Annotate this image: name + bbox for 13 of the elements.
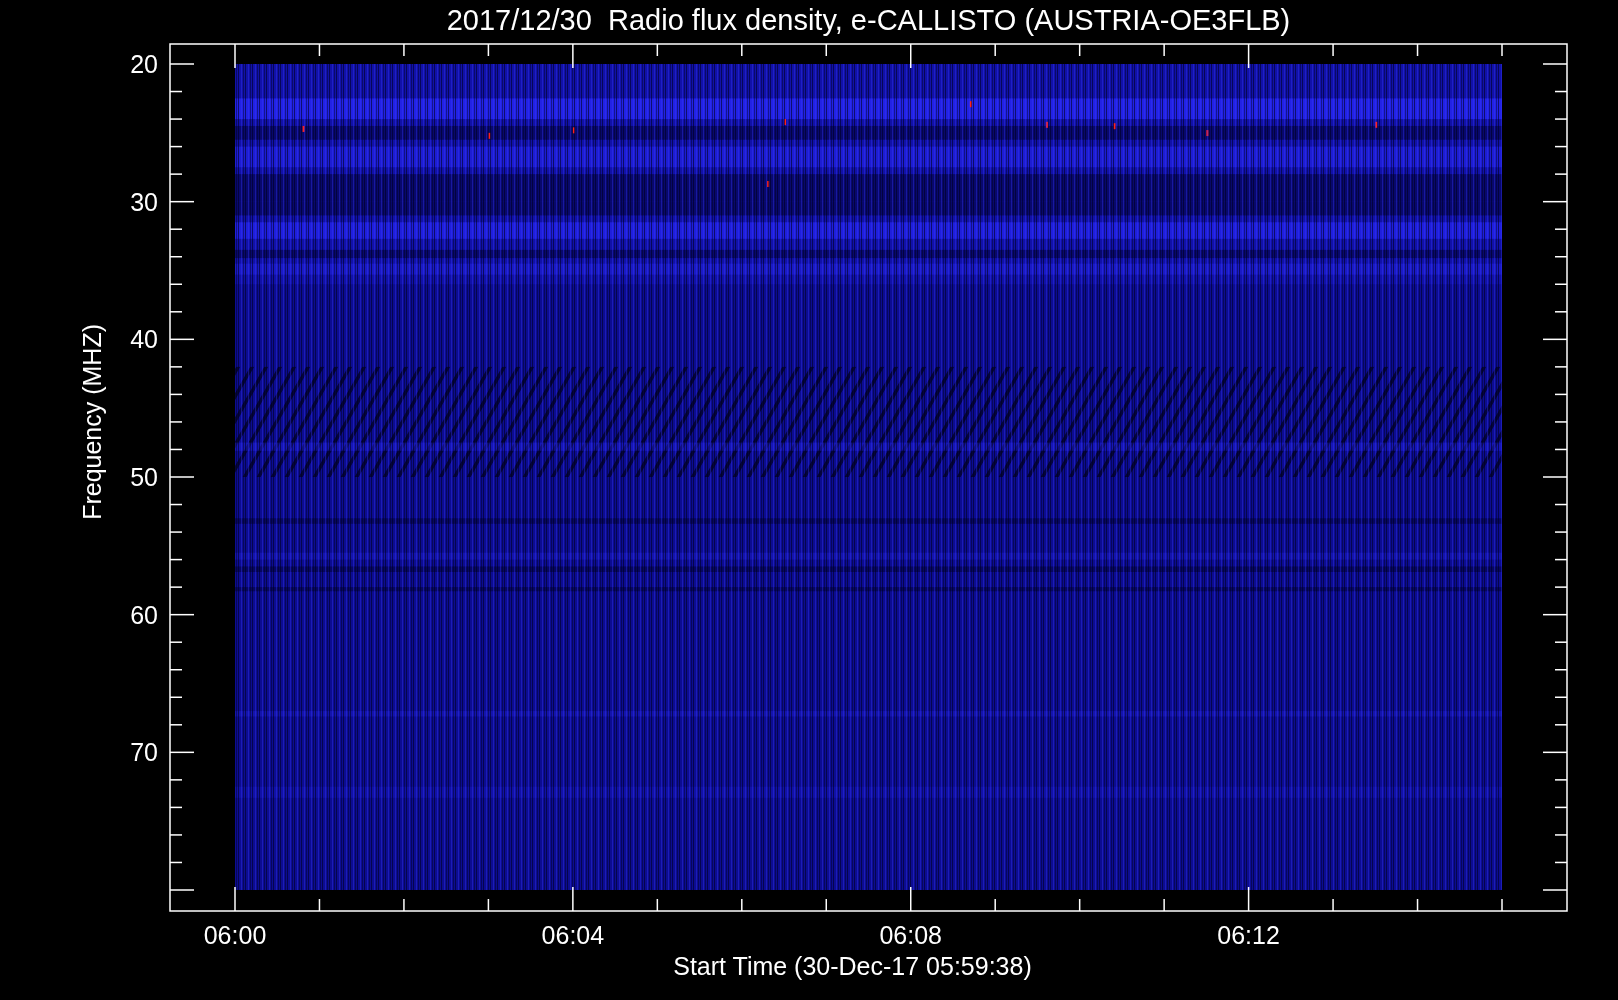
x-tick-label: 06:12 xyxy=(1217,921,1280,949)
x-axis-title: Start Time (30-Dec-17 05:59:38) xyxy=(673,952,1032,980)
y-axis-title: Frequency (MHZ) xyxy=(78,324,106,520)
x-tick-label: 06:08 xyxy=(879,921,942,949)
y-tick-label: 30 xyxy=(130,187,158,216)
x-tick-label: 06:04 xyxy=(541,921,605,949)
y-tick-label: 20 xyxy=(130,50,158,78)
y-tick-label: 70 xyxy=(130,738,158,767)
plot-title: 2017/12/30 Radio flux density, e-CALLISTO (AUSTRIA-OE3FLB) xyxy=(446,4,1291,36)
y-tick-label: 60 xyxy=(130,600,158,629)
x-tick-label: 06:00 xyxy=(203,921,267,949)
y-tick-label: 40 xyxy=(130,325,158,354)
y-tick-label: 50 xyxy=(130,463,158,491)
